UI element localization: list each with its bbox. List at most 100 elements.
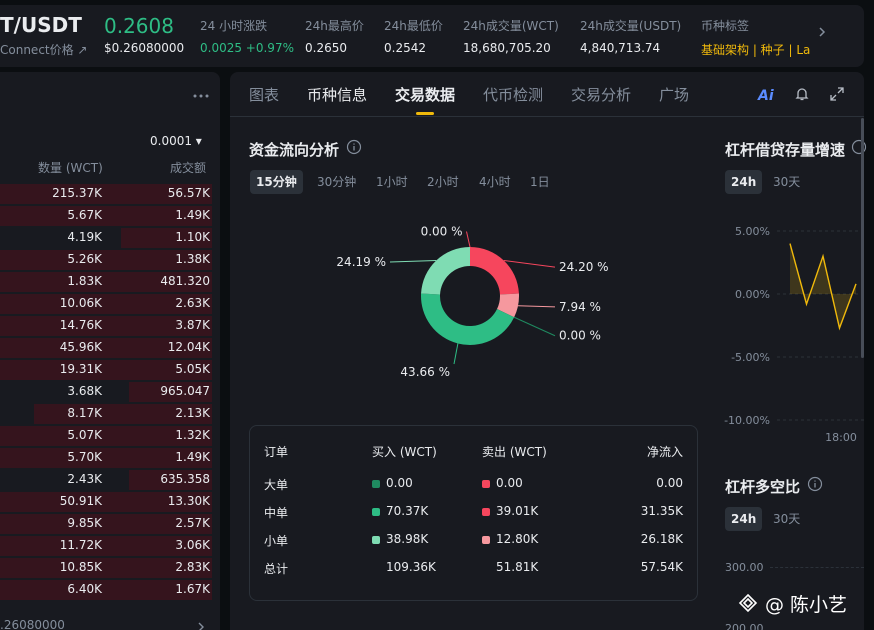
order-book-row[interactable]: 14.76K 3.87K [0, 315, 212, 337]
chevron-right-icon[interactable] [815, 24, 829, 38]
row-name: 小单 [264, 534, 289, 548]
slice-label: 0.00 % [559, 329, 601, 343]
interval-2h[interactable]: 2小时 [421, 170, 465, 194]
order-book-row[interactable]: 2.43K 635.358 [0, 469, 212, 491]
tab-coin-info[interactable]: 币种信息 [307, 84, 367, 105]
scrollbar-thumb[interactable] [861, 118, 864, 358]
row-qty: 5.67K [67, 208, 102, 222]
row-sell: 0.00 [496, 476, 523, 490]
info-icon[interactable] [346, 139, 362, 155]
more-dots-icon[interactable] [192, 88, 210, 102]
info-icon[interactable] [807, 476, 823, 492]
platform-logo-icon [737, 592, 759, 614]
chevron-right-icon[interactable] [196, 618, 206, 630]
table-header-net: 净流入 [646, 445, 683, 459]
label-leader-line [389, 259, 437, 263]
order-book-row[interactable]: 1.83K 481.320 [0, 271, 212, 293]
tab-chart[interactable]: 图表 [249, 84, 279, 105]
fund-flow-title: 资金流向分析 [249, 141, 340, 159]
fund-flow-table: 订单 买入 (WCT) 卖出 (WCT) 净流入 大单 0.00 0.00 0.… [249, 425, 698, 601]
row-total: 1.49K [175, 208, 210, 222]
row-buy: 70.37K [386, 504, 429, 518]
order-book-row[interactable]: 19.31K 5.05K [0, 359, 212, 381]
order-book-row[interactable]: 4.19K 1.10K [0, 227, 212, 249]
range-30d[interactable]: 30天 [767, 507, 806, 531]
row-qty: 8.17K [67, 406, 102, 420]
tab-divider [230, 116, 864, 117]
sell-legend-dot [482, 536, 490, 544]
table-header-buy: 买入 (WCT) [372, 445, 437, 459]
row-name-total: 总计 [264, 562, 289, 576]
order-book-row[interactable]: 5.26K 1.38K [0, 249, 212, 271]
watermark-text: @ 陈小艺 [765, 594, 848, 616]
interval-30m[interactable]: 30分钟 [311, 170, 362, 194]
low-value: 0.2542 [384, 41, 426, 55]
donut-slice[interactable] [470, 247, 519, 295]
row-name: 中单 [264, 506, 289, 520]
tab-trade-analysis[interactable]: 交易分析 [571, 84, 631, 105]
tab-token-check[interactable]: 代币检测 [483, 84, 543, 105]
row-qty: 5.26K [67, 252, 102, 266]
trading-app: T/USDT Connect价格 ↗ 0.2608 $0.26080000 24… [0, 0, 874, 630]
donut-slice[interactable] [421, 247, 470, 295]
ai-icon[interactable]: Ai [758, 88, 774, 104]
row-total: 635.358 [160, 472, 210, 486]
order-book-row[interactable]: 10.06K 2.63K [0, 293, 212, 315]
row-total: 1.38K [175, 252, 210, 266]
tab-trading-data[interactable]: 交易数据 [395, 84, 455, 105]
order-book-row[interactable]: 5.07K 1.32K [0, 425, 212, 447]
volume-wct-value: 18,680,705.20 [463, 41, 551, 55]
range-24h[interactable]: 24h [725, 507, 763, 531]
interval-1h[interactable]: 1小时 [370, 170, 414, 194]
order-book-row[interactable]: 9.85K 2.57K [0, 513, 212, 535]
expand-icon[interactable] [829, 86, 845, 102]
price-usd: $0.26080000 [104, 41, 185, 55]
interval-15m[interactable]: 15分钟 [250, 170, 303, 194]
buy-legend-dot [372, 508, 380, 516]
row-qty: 19.31K [59, 362, 102, 376]
precision-select[interactable]: 0.0001 ▾ [150, 134, 202, 148]
range-30d[interactable]: 30天 [767, 170, 806, 194]
order-book-row[interactable]: 5.70K 1.49K [0, 447, 212, 469]
info-icon[interactable] [851, 139, 867, 155]
tab-square[interactable]: 广场 [659, 84, 689, 105]
order-book-row[interactable]: 215.37K 56.57K [0, 183, 212, 205]
row-net: 26.18K [640, 532, 683, 546]
row-total: 2.83K [175, 560, 210, 574]
row-qty: 3.68K [67, 384, 102, 398]
order-book-row[interactable]: 11.72K 3.06K [0, 535, 212, 557]
interval-4h[interactable]: 4小时 [473, 170, 517, 194]
order-book-row[interactable]: 50.91K 13.30K [0, 491, 212, 513]
margin-growth-chart: 5.00% 0.00% -5.00% -10.00% 18:00 [724, 225, 864, 444]
fund-flow-donut-chart: 0.00 % 24.20 % 7.94 % 0.00 % 43.66 % 24.19 % [336, 225, 608, 380]
row-qty: 10.85K [59, 560, 102, 574]
high-label: 24h最高价 [305, 19, 364, 33]
slice-label: 7.94 % [559, 300, 601, 314]
row-total: 3.87K [175, 318, 210, 332]
label-leader-line [503, 259, 556, 268]
bell-icon[interactable] [794, 86, 810, 102]
gridline [770, 567, 864, 568]
buy-legend-dot [372, 536, 380, 544]
order-book-row[interactable]: 5.67K 1.49K [0, 205, 212, 227]
change-label: 24 小时涨跌 [200, 19, 268, 33]
y-tick-label: 200.00 [725, 622, 764, 630]
interval-1d[interactable]: 1日 [524, 170, 556, 194]
order-book-row[interactable]: 3.68K 965.047 [0, 381, 212, 403]
pair-title[interactable]: T/USDT [0, 13, 82, 37]
order-book-row[interactable]: 45.96K 12.04K [0, 337, 212, 359]
range-24h[interactable]: 24h [725, 170, 763, 194]
order-book-rows: 215.37K 56.57K 5.67K 1.49K 4.19K 1.10K 5.26K 1.… [0, 183, 212, 603]
row-qty: 11.72K [59, 538, 102, 552]
order-book-row[interactable]: 6.40K 1.67K [0, 579, 212, 601]
total-buy: 109.36K [386, 560, 436, 574]
order-book-row[interactable]: 8.17K 2.13K [0, 403, 212, 425]
order-book-footer: .26080000 [0, 618, 65, 630]
y-tick-label: -10.00% [724, 414, 770, 427]
tags-value[interactable]: 基础架构 | 种子 | La [701, 41, 813, 58]
pair-subtitle-link[interactable]: Connect价格 ↗ [0, 41, 88, 58]
row-total: 1.49K [175, 450, 210, 464]
row-sell: 12.80K [496, 532, 539, 546]
order-book-row[interactable]: 10.85K 2.83K [0, 557, 212, 579]
total-net: 57.54K [640, 560, 683, 574]
